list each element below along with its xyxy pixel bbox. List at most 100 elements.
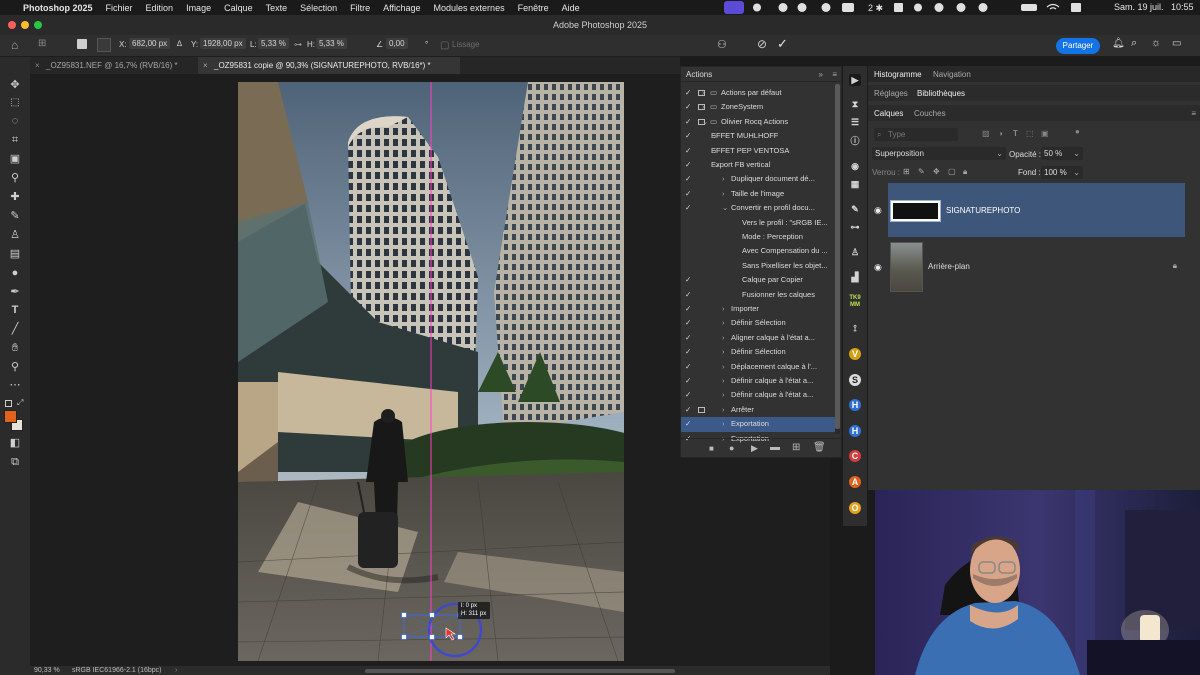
- layer-row-signaturephoto[interactable]: ◉ SIGNATUREPHOTO: [874, 183, 1185, 237]
- layer-row-arriere-plan[interactable]: ◉ Arrière-plan 🔒︎: [874, 240, 1185, 295]
- adjustments-icon[interactable]: ☰: [849, 116, 861, 128]
- chevron-right-icon[interactable]: ›: [722, 417, 725, 431]
- lasso-tool-icon[interactable]: ◌: [9, 115, 21, 127]
- actions-play-panel-icon[interactable]: ▶: [849, 74, 861, 86]
- marquee-tool-icon[interactable]: ⬚: [9, 97, 21, 109]
- chevron-down-icon[interactable]: ⌄: [722, 201, 728, 215]
- include-step-check-icon[interactable]: ✓: [685, 100, 691, 114]
- zoom-level[interactable]: 90,33 %: [34, 666, 60, 675]
- lock-transparency-icon[interactable]: ⊞: [903, 167, 910, 176]
- tab-couches[interactable]: Couches: [914, 109, 946, 118]
- action-row[interactable]: ✓ › Définir calque à l'état a...: [681, 388, 836, 402]
- warp-icon[interactable]: ⚇: [717, 38, 727, 51]
- search-icon[interactable]: ⌕: [1131, 37, 1137, 50]
- include-step-check-icon[interactable]: ✓: [685, 403, 691, 417]
- chevron-right-icon[interactable]: ›: [722, 316, 725, 330]
- delta-icon[interactable]: ∆: [177, 39, 182, 48]
- workspace-icon[interactable]: ▭: [1172, 38, 1181, 49]
- minimize-window-icon[interactable]: [21, 21, 29, 29]
- default-colors-icon[interactable]: [5, 400, 12, 407]
- properties-icon[interactable]: ⊶: [849, 221, 861, 233]
- eyedropper-tool-icon[interactable]: ⚲: [9, 172, 21, 184]
- menu-edition[interactable]: Edition: [146, 3, 174, 13]
- healing-tool-icon[interactable]: ✚: [9, 191, 21, 203]
- action-row[interactable]: ✓ › Dupliquer document dé...: [681, 172, 836, 186]
- action-row[interactable]: ✓ › Définir Sélection: [681, 345, 836, 359]
- panel-menu-icon[interactable]: ≡: [832, 67, 837, 82]
- menu-fenetre[interactable]: Fenêtre: [518, 3, 549, 13]
- chevron-right-icon[interactable]: ›: [722, 345, 725, 359]
- path-panel-icon[interactable]: ⟟: [849, 322, 861, 334]
- include-step-check-icon[interactable]: ✓: [685, 360, 691, 374]
- gradient-tool-icon[interactable]: ▤: [9, 248, 21, 260]
- channels-icon[interactable]: ◉: [849, 160, 861, 172]
- dialog-toggle-icon[interactable]: [698, 406, 705, 413]
- share-button[interactable]: Partager: [1056, 38, 1100, 54]
- layers-menu-icon[interactable]: ≡: [1191, 109, 1196, 118]
- action-row[interactable]: ✓ › Importer: [681, 302, 836, 316]
- discover-lightbulb-icon[interactable]: ☼: [1151, 37, 1161, 49]
- menu-selection[interactable]: Sélection: [300, 3, 337, 13]
- include-step-check-icon[interactable]: ✓: [685, 316, 691, 330]
- chevron-right-icon[interactable]: ›: [722, 374, 725, 388]
- action-row[interactable]: ✓ › ▭ ZoneSystem: [681, 100, 836, 114]
- dodge-tool-icon[interactable]: ●: [9, 267, 21, 279]
- horizontal-scrollbar[interactable]: [365, 669, 675, 673]
- plugin-h-icon[interactable]: H: [849, 399, 861, 411]
- more-tools-icon[interactable]: ⋯: [9, 379, 21, 391]
- action-row[interactable]: Vers le profil : "sRGB IE...: [681, 216, 836, 230]
- action-row[interactable]: ✓ › Déplacement calque à l'...: [681, 360, 836, 374]
- chevron-right-icon[interactable]: ›: [722, 388, 725, 402]
- include-step-check-icon[interactable]: ✓: [685, 345, 691, 359]
- filter-type-icon[interactable]: T: [1013, 129, 1018, 138]
- layer-name[interactable]: SIGNATUREPHOTO: [946, 206, 1020, 215]
- action-row[interactable]: ✓ › Définir calque à l'état a...: [681, 374, 836, 388]
- brush-tool-icon[interactable]: ✎: [9, 210, 21, 222]
- include-step-check-icon[interactable]: ✓: [685, 144, 691, 158]
- hand-tool-icon[interactable]: ✋︎: [9, 342, 21, 354]
- include-step-check-icon[interactable]: ✓: [685, 129, 691, 143]
- action-row[interactable]: ✓ › Arrêter: [681, 403, 836, 417]
- screen-mirroring-icon[interactable]: [724, 1, 744, 14]
- actions-scrollbar-thumb[interactable]: [835, 84, 840, 429]
- menu-fichier[interactable]: Fichier: [106, 3, 133, 13]
- document-image[interactable]: l: 0 px H: 311 px: [238, 82, 624, 661]
- stop-icon[interactable]: ■: [709, 444, 714, 453]
- filter-adjustment-icon[interactable]: ◑: [998, 129, 1003, 138]
- action-row[interactable]: ✓ ⌄ Export FB vertical: [681, 158, 836, 172]
- object-select-tool-icon[interactable]: ▣: [9, 153, 21, 165]
- zoom-window-icon[interactable]: [34, 21, 42, 29]
- tab-histogramme[interactable]: Histogramme: [874, 70, 922, 79]
- y-position-field[interactable]: 1928,00 px: [200, 38, 246, 49]
- menu-texte[interactable]: Texte: [266, 3, 288, 13]
- x-position-field[interactable]: 682,00 px: [129, 38, 171, 49]
- link-proportions-icon[interactable]: ⊶: [294, 40, 302, 49]
- lock-pixels-icon[interactable]: ✎: [918, 167, 925, 176]
- foreground-color-swatch[interactable]: [4, 410, 17, 423]
- close-window-icon[interactable]: [8, 21, 16, 29]
- menu-filtre[interactable]: Filtre: [350, 3, 370, 13]
- plugin-v-icon[interactable]: V: [849, 348, 861, 360]
- pen-tool-icon[interactable]: ✒: [9, 286, 21, 298]
- menu-image[interactable]: Image: [186, 3, 211, 13]
- plugin-c-icon[interactable]: C: [849, 450, 861, 462]
- swap-colors-icon[interactable]: ⤢: [17, 398, 23, 408]
- cancel-transform-icon[interactable]: ⊘: [757, 37, 767, 51]
- action-row[interactable]: ✓ ⌄ Convertir en profil docu...: [681, 201, 836, 215]
- menu-calque[interactable]: Calque: [224, 3, 253, 13]
- crop-tool-icon[interactable]: ⌗: [9, 134, 21, 146]
- action-row[interactable]: Mode : Perception: [681, 230, 836, 244]
- chevron-right-icon[interactable]: ›: [722, 172, 725, 186]
- play-icon[interactable]: ▶: [751, 443, 758, 454]
- chevron-right-icon[interactable]: ›: [702, 100, 705, 114]
- chevron-right-icon[interactable]: ›: [722, 360, 725, 374]
- height-field[interactable]: 5,33 %: [316, 38, 347, 49]
- visibility-eye-icon[interactable]: ◉: [874, 262, 882, 273]
- visibility-eye-icon[interactable]: ◉: [874, 205, 882, 216]
- filter-pixel-icon[interactable]: ▨: [982, 129, 990, 138]
- opacity-field[interactable]: 50 % ⌄: [1041, 147, 1083, 160]
- blend-mode-select[interactable]: Superposition ⌄: [872, 147, 1006, 160]
- filter-toggle-icon[interactable]: ●: [1075, 127, 1080, 136]
- filter-smart-object-icon[interactable]: ▣: [1041, 129, 1049, 138]
- swatches-icon[interactable]: ▦: [849, 178, 861, 190]
